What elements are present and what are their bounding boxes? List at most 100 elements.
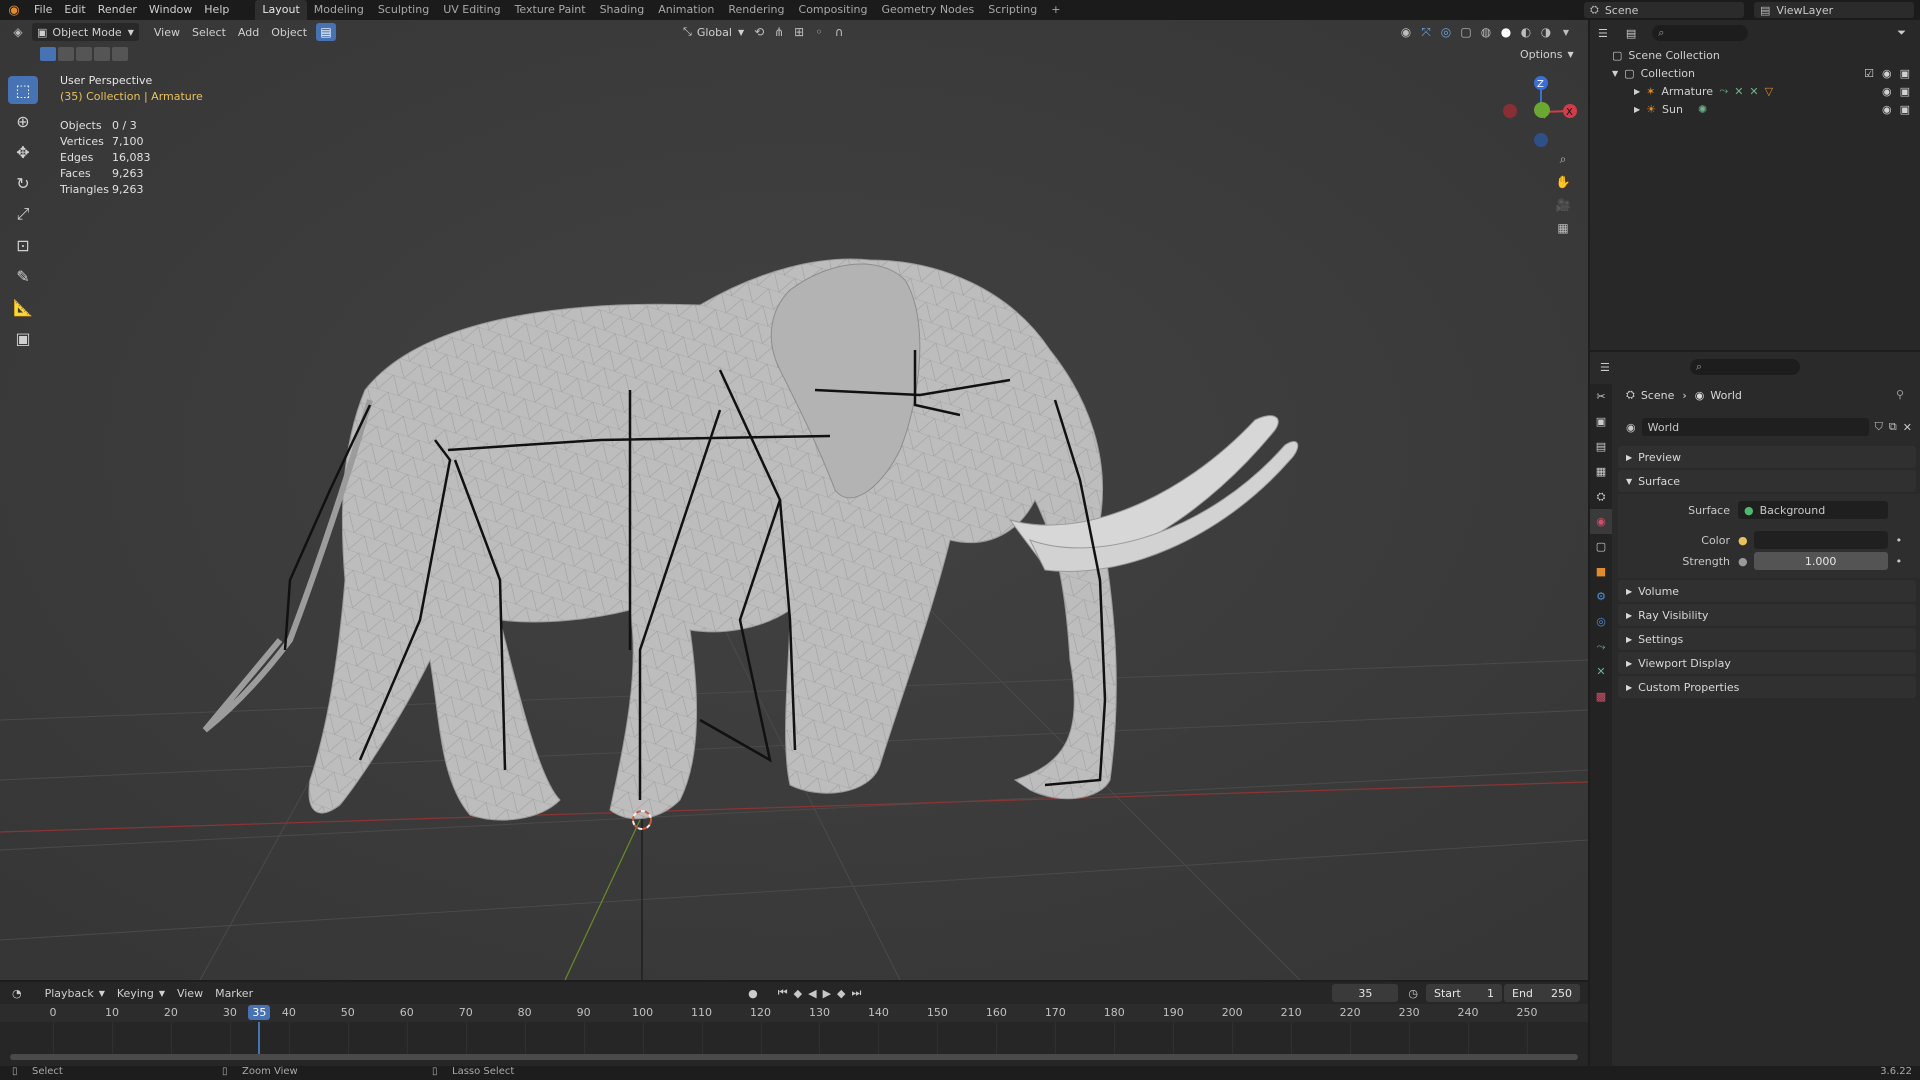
panel-viewport-display[interactable]: ▶ Viewport Display: [1618, 652, 1916, 674]
gizmo-icon[interactable]: ⤧: [1416, 23, 1436, 41]
checkbox-icon[interactable]: ☑: [1864, 67, 1874, 80]
tool-tab-icon[interactable]: ✂: [1590, 384, 1612, 409]
material-shading-icon[interactable]: ◐: [1516, 23, 1536, 41]
options-button[interactable]: Options ▼: [1520, 46, 1574, 62]
menu-keying[interactable]: Keying ▼: [112, 984, 170, 1002]
visibility-icon[interactable]: ◉: [1396, 23, 1416, 41]
playhead-line[interactable]: [258, 1022, 261, 1058]
annotate-tool-icon[interactable]: ✎: [8, 262, 38, 290]
prev-keyframe-icon[interactable]: ◆: [794, 987, 802, 1000]
wireframe-shading-icon[interactable]: ◍: [1476, 23, 1496, 41]
menu-view[interactable]: View: [149, 23, 185, 41]
jump-start-icon[interactable]: ⏮: [778, 986, 788, 1000]
select-subtract-icon[interactable]: [76, 47, 92, 61]
tab-uv-editing[interactable]: UV Editing: [436, 0, 507, 20]
world-browse-icon[interactable]: ◉: [1626, 421, 1636, 434]
tab-layout[interactable]: Layout: [255, 0, 307, 20]
play-icon[interactable]: ▶: [823, 987, 831, 1000]
jump-end-icon[interactable]: ⏭: [852, 986, 862, 1000]
pivot-point-icon[interactable]: ⟲: [749, 23, 769, 41]
render-tab-icon[interactable]: ▣: [1590, 409, 1612, 434]
navigation-gizmo[interactable]: Z X: [1500, 68, 1580, 148]
timeline-editor-icon[interactable]: ◔: [12, 987, 22, 1000]
menu-render[interactable]: Render: [92, 0, 143, 20]
outliner-row-scene-collection[interactable]: ▢ Scene Collection: [1590, 46, 1920, 64]
snap-target-icon[interactable]: ⊞: [789, 23, 809, 41]
next-keyframe-icon[interactable]: ◆: [837, 987, 845, 1000]
tab-shading[interactable]: Shading: [593, 0, 652, 20]
menu-view-timeline[interactable]: View: [172, 984, 208, 1002]
blender-logo-icon[interactable]: ◉: [0, 3, 28, 18]
menu-help[interactable]: Help: [198, 0, 235, 20]
camera-icon[interactable]: ▣: [1900, 67, 1910, 80]
menu-playback[interactable]: Playback ▼: [40, 984, 110, 1002]
menu-window[interactable]: Window: [143, 0, 198, 20]
select-intersect-icon[interactable]: [112, 47, 128, 61]
falloff-icon[interactable]: ∩: [829, 23, 849, 41]
menu-object[interactable]: Object: [266, 23, 312, 41]
menu-marker[interactable]: Marker: [210, 984, 258, 1002]
panel-surface[interactable]: ▼ Surface: [1618, 470, 1916, 492]
proportional-edit-icon[interactable]: ◦: [809, 23, 829, 41]
select-invert-icon[interactable]: [94, 47, 110, 61]
add-cube-tool-icon[interactable]: ▣: [8, 324, 38, 352]
clock-icon[interactable]: ◷: [1408, 987, 1418, 1000]
panel-settings[interactable]: ▶ Settings: [1618, 628, 1916, 650]
select-box-tool-icon[interactable]: ⬚: [8, 76, 38, 104]
shading-options-icon[interactable]: ▼: [1556, 23, 1576, 41]
measure-tool-icon[interactable]: 📐: [8, 293, 38, 321]
outliner-editor-icon[interactable]: ☰: [1598, 27, 1608, 40]
current-frame-field[interactable]: 35: [1332, 984, 1399, 1002]
outliner-search-input[interactable]: ⌕: [1652, 25, 1749, 41]
frame-ruler[interactable]: 0 10 20 30 40 50 60 70 80 90 100 110 120 130 140 150 160…: [0, 1004, 1588, 1022]
transform-orientation-dropdown[interactable]: ⤡ Global ▼: [678, 23, 749, 41]
snap-icon[interactable]: ⋔: [769, 23, 789, 41]
panel-ray-visibility[interactable]: ▶ Ray Visibility: [1618, 604, 1916, 626]
color-swatch[interactable]: [1753, 531, 1888, 549]
unlink-icon[interactable]: ✕: [1903, 421, 1912, 434]
ortho-grid-icon[interactable]: ▦: [1553, 219, 1573, 237]
record-icon[interactable]: ●: [748, 987, 758, 1000]
camera-view-icon[interactable]: 🎥: [1553, 196, 1573, 214]
outliner-row-armature[interactable]: ▶ ✶ Armature ⤳ ✕ ✕ ▽ ◉ ▣: [1590, 82, 1920, 100]
scale-tool-icon[interactable]: ⤢: [8, 200, 38, 228]
rendered-shading-icon[interactable]: ◑: [1536, 23, 1556, 41]
duplicate-icon[interactable]: ⧉: [1889, 420, 1897, 434]
filter-icon[interactable]: ⏷: [1897, 26, 1906, 40]
world-name-field[interactable]: World: [1641, 418, 1869, 436]
cursor-tool-icon[interactable]: ⊕: [8, 107, 38, 135]
camera-icon[interactable]: ▣: [1900, 103, 1910, 116]
tab-sculpting[interactable]: Sculpting: [371, 0, 436, 20]
playhead-frame-badge[interactable]: 35: [248, 1005, 271, 1020]
fake-user-icon[interactable]: ⛉: [1875, 420, 1883, 434]
xray-icon[interactable]: ▢: [1456, 23, 1476, 41]
keyframe-dot-icon[interactable]: •: [1896, 555, 1903, 568]
end-frame-field[interactable]: End 250: [1504, 984, 1580, 1002]
zoom-icon[interactable]: ⌕: [1553, 150, 1573, 168]
panel-volume[interactable]: ▶ Volume: [1618, 580, 1916, 602]
panel-preview[interactable]: ▶ Preview: [1618, 446, 1916, 468]
tab-texture-paint[interactable]: Texture Paint: [508, 0, 593, 20]
tab-rendering[interactable]: Rendering: [721, 0, 791, 20]
eye-icon[interactable]: ◉: [1882, 85, 1892, 98]
scene-selector[interactable]: ⛭ Scene: [1584, 2, 1744, 18]
keyframe-dot-icon[interactable]: •: [1896, 534, 1903, 547]
tab-scripting[interactable]: Scripting: [981, 0, 1044, 20]
selectability-icon[interactable]: ▤: [316, 23, 337, 41]
pan-hand-icon[interactable]: ✋: [1553, 173, 1573, 191]
3d-viewport[interactable]: Z X ◈ ▣ Object Mode ▼ View Select Add Ob…: [0, 20, 1588, 980]
outliner-row-sun[interactable]: ▶ ☀ Sun ✺ ◉ ▣: [1590, 100, 1920, 118]
menu-select[interactable]: Select: [187, 23, 231, 41]
outliner-row-collection[interactable]: ▼ ▢ Collection ☑ ◉ ▣: [1590, 64, 1920, 82]
tab-geometry-nodes[interactable]: Geometry Nodes: [874, 0, 981, 20]
start-frame-field[interactable]: Start 1: [1426, 984, 1502, 1002]
strength-field[interactable]: 1.000: [1753, 552, 1888, 570]
surface-shader-field[interactable]: ● Background: [1738, 501, 1888, 519]
transform-tool-icon[interactable]: ⊡: [8, 231, 38, 259]
select-new-icon[interactable]: [40, 47, 56, 61]
tab-compositing[interactable]: Compositing: [792, 0, 875, 20]
menu-file[interactable]: File: [28, 0, 58, 20]
pin-icon[interactable]: ⚲: [1896, 388, 1904, 401]
menu-add[interactable]: Add: [233, 23, 264, 41]
menu-edit[interactable]: Edit: [58, 0, 91, 20]
